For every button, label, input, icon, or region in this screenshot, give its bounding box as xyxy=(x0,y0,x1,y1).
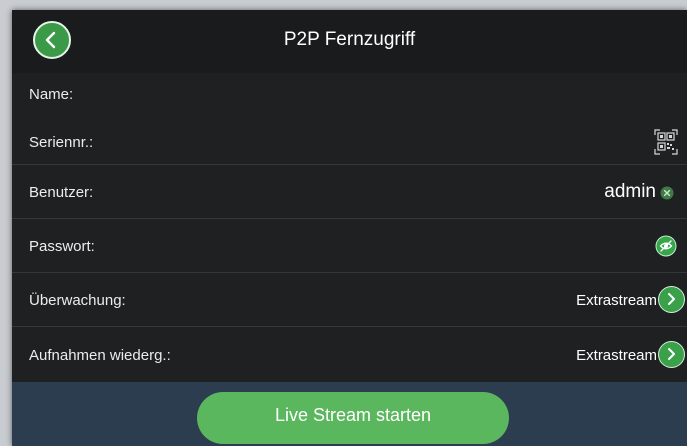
clear-icon[interactable] xyxy=(660,186,674,205)
monitoring-chevron-button[interactable] xyxy=(658,286,685,313)
password-label: Passwort: xyxy=(29,238,95,255)
playback-value: Extrastream xyxy=(576,347,657,364)
serial-row[interactable]: Seriennr.: xyxy=(12,119,687,165)
header-bar: P2P Fernzugriff xyxy=(12,10,687,73)
serial-label: Seriennr.: xyxy=(29,134,94,151)
footer-bar: Live Stream starten xyxy=(12,382,687,446)
app-window: P2P Fernzugriff Name: Seriennr.: Benutze… xyxy=(12,10,687,446)
chevron-right-icon xyxy=(668,293,675,305)
qr-scan-icon[interactable] xyxy=(654,129,678,160)
monitoring-value: Extrastream xyxy=(576,292,657,309)
password-row: Passwort: xyxy=(12,219,687,273)
playback-chevron-button[interactable] xyxy=(658,341,685,368)
user-label: Benutzer: xyxy=(29,184,94,201)
user-input[interactable]: admin xyxy=(604,181,656,203)
chevron-right-icon xyxy=(668,348,675,360)
page-title: P2P Fernzugriff xyxy=(283,29,416,50)
monitoring-label: Überwachung: xyxy=(29,292,126,309)
playback-label: Aufnahmen wiederg.: xyxy=(29,347,171,364)
name-label: Name: xyxy=(29,86,74,103)
monitoring-row[interactable]: Überwachung: Extrastream xyxy=(12,273,687,327)
name-row[interactable]: Name: xyxy=(12,73,687,119)
playback-row[interactable]: Aufnahmen wiederg.: Extrastream xyxy=(12,327,687,382)
eye-icon[interactable] xyxy=(655,235,677,262)
start-live-stream-button[interactable]: Live Stream starten xyxy=(197,392,509,444)
user-row: Benutzer: admin xyxy=(12,165,687,219)
